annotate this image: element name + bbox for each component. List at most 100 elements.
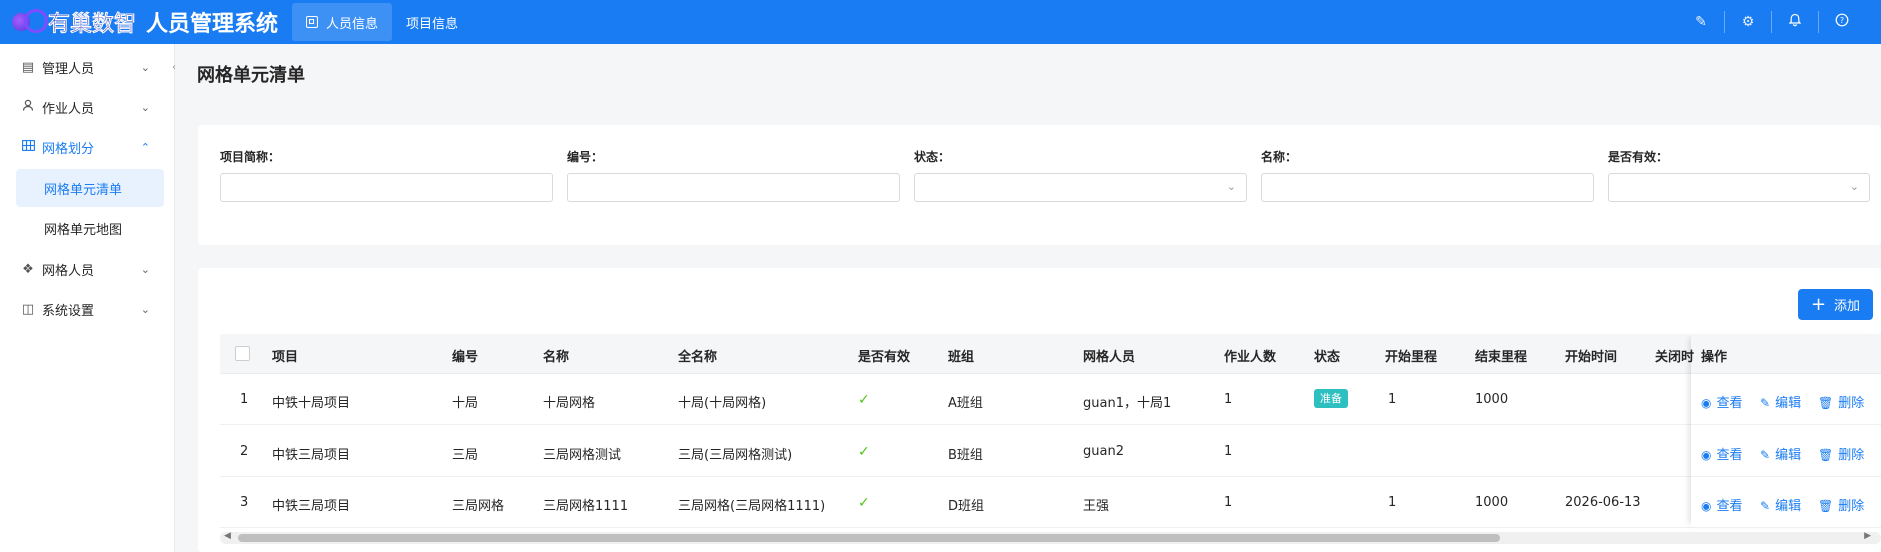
sidebar-subitem-grid-map[interactable]: 网格单元地图 — [16, 209, 164, 247]
logo: 有巢数智 人员管理系统 — [0, 0, 278, 44]
sidebar-item-system-settings[interactable]: ◫ 系统设置 ⌄ — [0, 289, 174, 329]
column-header[interactable]: 开始时间 — [1565, 346, 1617, 365]
tab-personnel-info[interactable]: 人员信息 — [292, 3, 393, 41]
plus-icon: + — [1810, 293, 1827, 315]
cell-end-mileage: 1000 — [1475, 392, 1509, 407]
cell-start-time: 2026-06-13 — [1565, 495, 1641, 510]
tab-label: 人员信息 — [326, 16, 379, 32]
column-header[interactable]: 班组 — [948, 346, 974, 365]
page-title: 网格单元清单 — [197, 65, 305, 86]
cell-full-name: 三局(三局网格测试) — [678, 448, 793, 463]
view-button[interactable]: ◉ 查看 — [1701, 495, 1743, 514]
filter-label-project: 项目简称： — [220, 150, 281, 164]
name-input[interactable] — [1261, 173, 1594, 202]
edit-button[interactable]: ✎ 编辑 — [1760, 392, 1801, 411]
cell-name: 三局网格测试 — [543, 448, 622, 463]
sidebar-item-label: 网格划分 — [42, 141, 95, 157]
edit-button[interactable]: ✎ 编辑 — [1760, 495, 1801, 514]
operations-column: ◉ 查看 ✎ 编辑 🗑 删除 ◉ 查看 ✎ 编辑 🗑 删除 ◉ 查看 ✎ 编辑 🗑 删除 — [1691, 334, 1881, 528]
cell-project: 中铁三局项目 — [272, 448, 351, 463]
sidebar-item-label: 网格人员 — [42, 263, 95, 279]
column-header[interactable]: 网格人员 — [1083, 346, 1135, 365]
sidebar-item-label: 管理人员 — [42, 61, 95, 77]
pen-icon[interactable]: ✎ — [1680, 14, 1722, 30]
cell-grid-staff: 王强 — [1083, 499, 1110, 514]
column-header[interactable]: 状态 — [1314, 346, 1340, 365]
filter-label-name: 名称： — [1261, 150, 1298, 164]
gear-icon[interactable]: ⚙ — [1727, 14, 1769, 30]
divider — [1771, 11, 1772, 33]
select-all-checkbox[interactable] — [235, 346, 250, 361]
cell-project: 中铁十局项目 — [272, 396, 351, 411]
scroll-thumb[interactable] — [238, 534, 1500, 542]
tab-label: 项目信息 — [406, 16, 459, 32]
cell-full-name: 三局网格(三局网格1111) — [678, 499, 826, 514]
add-button[interactable]: + 添加 — [1798, 289, 1873, 320]
help-icon[interactable]: ? — [1821, 13, 1863, 31]
sidebar-subitem-grid-list[interactable]: 网格单元清单 — [16, 169, 164, 207]
valid-check-icon: ✓ — [858, 444, 870, 460]
trash-icon: 🗑 — [1818, 396, 1834, 410]
eye-icon: ◉ — [1701, 396, 1712, 410]
column-header[interactable]: 作业人数 — [1224, 346, 1276, 365]
sidebar-item-workers[interactable]: 作业人员 ⌄ — [0, 87, 174, 127]
filter-label-valid: 是否有效： — [1608, 150, 1669, 164]
valid-check-icon: ✓ — [858, 392, 870, 408]
row-actions: ◉ 查看 ✎ 编辑 🗑 删除 — [1691, 426, 1881, 477]
sidebar-item-grid-division[interactable]: 网格划分 ⌃ — [0, 127, 174, 167]
view-button[interactable]: ◉ 查看 — [1701, 392, 1743, 411]
table-row[interactable]: 2 中铁三局项目 三局 三局网格测试 三局(三局网格测试) ✓ B班组 guan… — [220, 426, 1881, 477]
edit-button[interactable]: ✎ 编辑 — [1760, 444, 1801, 463]
row-index: 3 — [240, 495, 249, 510]
column-header[interactable]: 项目 — [272, 346, 298, 365]
trash-icon: 🗑 — [1818, 499, 1834, 513]
view-button[interactable]: ◉ 查看 — [1701, 444, 1743, 463]
delete-button[interactable]: 🗑 删除 — [1818, 444, 1864, 463]
column-header[interactable]: 全名称 — [678, 346, 717, 365]
filter-label-code: 编号： — [567, 150, 604, 164]
top-nav: 人员信息 项目信息 — [292, 3, 472, 41]
cell-name: 三局网格1111 — [543, 499, 629, 514]
column-header[interactable]: 名称 — [543, 346, 569, 365]
is-valid-select[interactable]: ⌄ — [1608, 173, 1870, 202]
column-header[interactable]: 开始里程 — [1385, 346, 1437, 365]
cell-project: 中铁三局项目 — [272, 499, 351, 514]
delete-button[interactable]: 🗑 删除 — [1818, 495, 1864, 514]
grid-icon — [20, 139, 36, 155]
brand-name: 有巢数智 — [48, 12, 137, 37]
chevron-up-icon: ⌃ — [140, 140, 150, 154]
chevron-down-icon: ⌄ — [140, 302, 150, 316]
cell-code: 三局 — [452, 448, 479, 463]
table-row[interactable]: 3 中铁三局项目 三局网格 三局网格1111 三局网格(三局网格1111) ✓ … — [220, 477, 1881, 528]
status-select[interactable]: ⌄ — [914, 173, 1247, 202]
tab-project-info[interactable]: 项目信息 — [392, 3, 472, 41]
sidebar-item-label: 作业人员 — [42, 101, 95, 117]
divider — [1818, 11, 1819, 33]
project-short-name-input[interactable] — [220, 173, 553, 202]
column-header[interactable]: 关闭时 — [1655, 346, 1694, 365]
filter-label-status: 状态： — [914, 150, 951, 164]
horizontal-scrollbar[interactable]: ◀ ▶ — [220, 531, 1881, 544]
header-actions: ✎ ⚙ ? — [1680, 0, 1863, 44]
delete-button[interactable]: 🗑 删除 — [1818, 392, 1864, 411]
column-header[interactable]: 结束里程 — [1475, 346, 1527, 365]
cell-end-mileage: 1000 — [1475, 495, 1509, 510]
chevron-down-icon: ⌄ — [1226, 180, 1236, 193]
column-header[interactable]: 编号 — [452, 346, 478, 365]
sidebar-item-management-staff[interactable]: ▤ 管理人员 ⌄ — [0, 47, 174, 87]
scroll-right-icon[interactable]: ▶ — [1864, 531, 1871, 541]
code-input[interactable] — [567, 173, 900, 202]
sidebar: ▤ 管理人员 ⌄ 作业人员 ⌄ 网格划分 ⌃ 网格单元清单 网格单元地图 ❖ 网… — [0, 44, 175, 552]
cell-team: D班组 — [948, 499, 985, 514]
chevron-down-icon: ⌄ — [1849, 180, 1859, 193]
cell-start-mileage: 1 — [1388, 392, 1397, 407]
column-header[interactable]: 是否有效 — [858, 346, 910, 365]
scroll-left-icon[interactable]: ◀ — [224, 531, 231, 541]
table-row[interactable]: 1 中铁十局项目 十局 十局网格 十局(十局网格) ✓ A班组 guan1，十局… — [220, 374, 1881, 425]
eye-icon: ◉ — [1701, 448, 1712, 462]
cell-workers: 1 — [1224, 392, 1233, 407]
filter-panel: 项目简称： 编号： 状态： ⌄ 名称： 是否有效： ⌄ — [198, 125, 1881, 245]
sidebar-item-grid-staff[interactable]: ❖ 网格人员 ⌄ — [0, 249, 174, 289]
bell-icon[interactable] — [1774, 13, 1816, 31]
collapse-sidebar-icon[interactable]: ‹ — [172, 62, 180, 80]
